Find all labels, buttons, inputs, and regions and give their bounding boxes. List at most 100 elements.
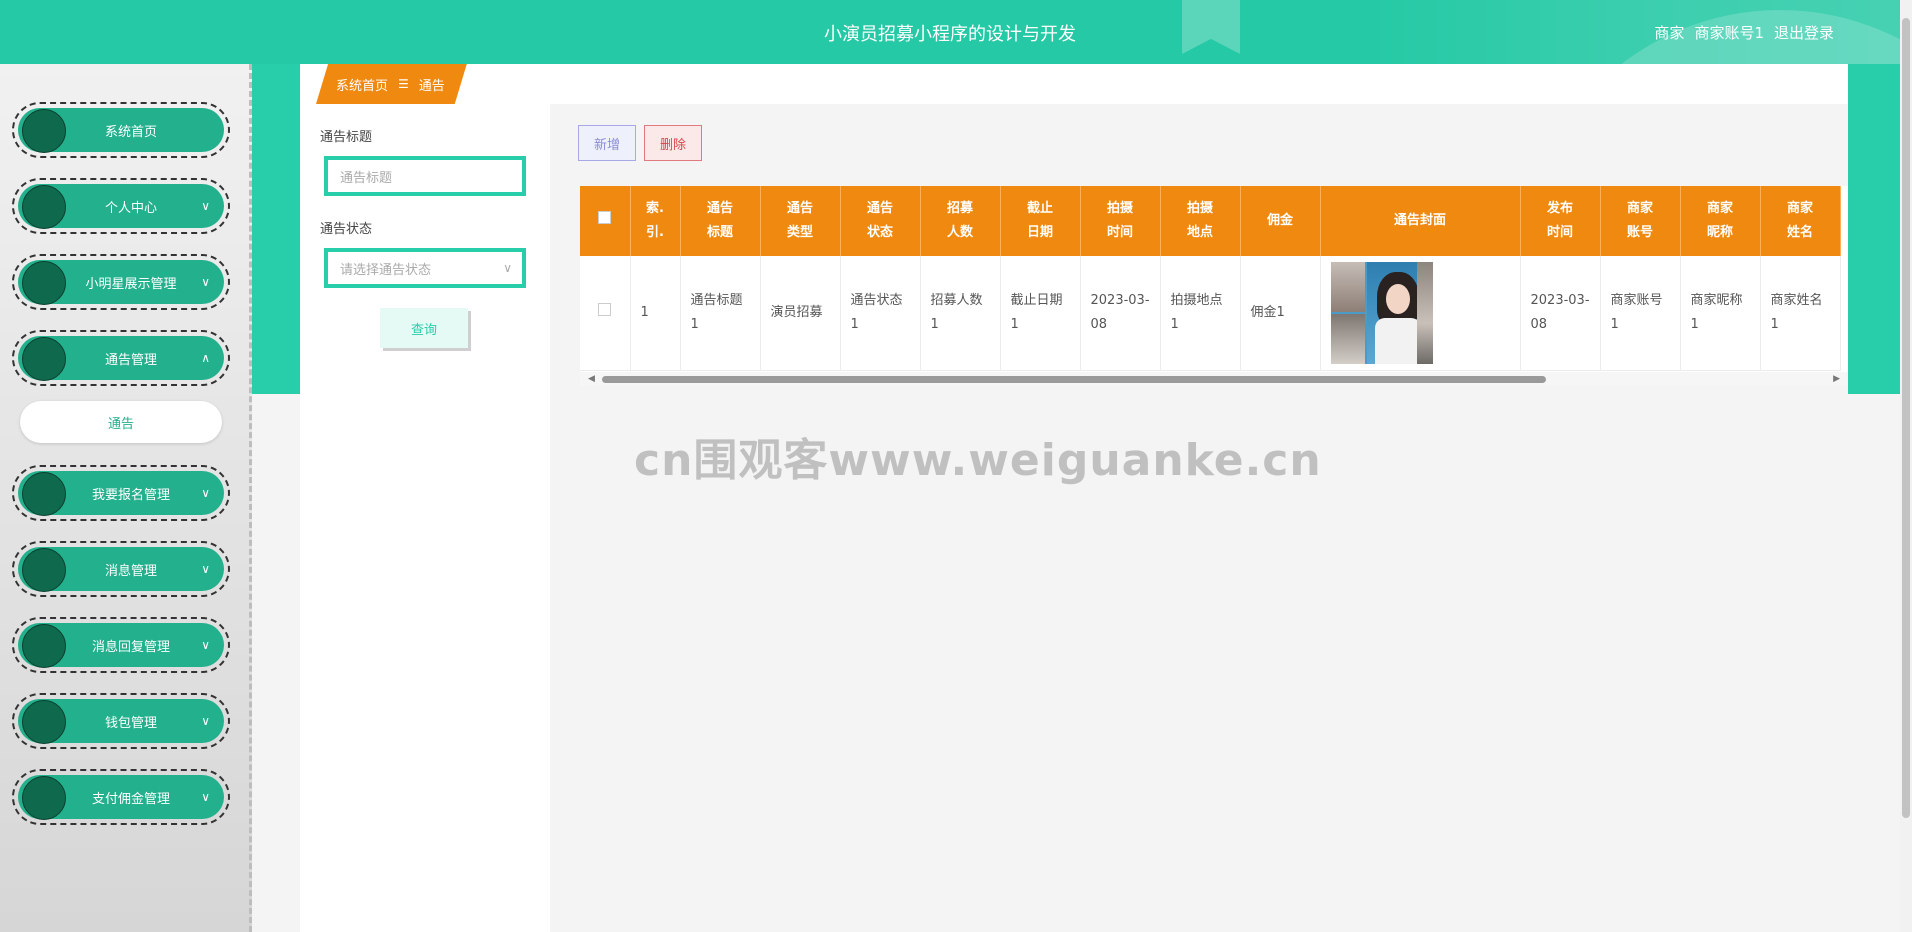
table-row[interactable]: 1 通告标题1 演员招募 通告状态1 招募人数1 截止日期1 2023-03-0… <box>580 256 1841 371</box>
cell-name: 商家姓名1 <box>1760 256 1841 371</box>
scroll-right-icon[interactable]: ▶ <box>1833 374 1840 384</box>
col-header-line: 截止 <box>1026 201 1053 216</box>
sidebar-item-wallet-management[interactable]: 钱包管理 ∨ <box>12 693 230 749</box>
notice-status-placeholder: 请选择通告状态 <box>340 262 432 278</box>
sidebar-item-label: 钱包管理 <box>104 715 157 731</box>
col-header-line: 通告 <box>866 201 893 216</box>
sidebar-pill[interactable]: 消息管理 ∨ <box>18 547 224 592</box>
breadcrumb-separator-icon: ☰ <box>398 77 409 91</box>
app-title: 小演员招募小程序的设计与开发 <box>824 24 1076 45</box>
sidebar-pill[interactable]: 个人中心 ∨ <box>18 184 224 229</box>
sidebar-item-signup-management[interactable]: 我要报名管理 ∨ <box>12 465 230 521</box>
cell-deadline: 截止日期1 <box>1000 256 1081 371</box>
col-header-line: 商家 <box>1786 201 1813 216</box>
sidebar-pill[interactable]: 系统首页 <box>18 108 224 153</box>
breadcrumb-current: 通告 <box>418 78 445 94</box>
col-header-line: 发布 <box>1546 201 1573 216</box>
user-role: 商家 <box>1654 24 1685 42</box>
row-checkbox[interactable] <box>598 302 612 316</box>
chevron-down-icon: ∨ <box>201 638 210 652</box>
col-header-line: 类型 <box>786 225 813 240</box>
col-header-line: 姓名 <box>1786 225 1813 240</box>
data-table: 索. 引. 通告 标题 通告 类型 通告 状态 招募 人数 截止 日期 拍摄 时间 拍摄 地点 … <box>580 186 1848 386</box>
delete-button[interactable]: 删除 <box>644 125 702 161</box>
cell-account: 商家账号1 <box>1600 256 1681 371</box>
col-header-commission: 佣金 <box>1240 186 1321 256</box>
col-header-shoot-time: 拍摄 时间 <box>1080 186 1161 256</box>
col-header-line: 时间 <box>1106 225 1133 240</box>
col-header-line: 时间 <box>1546 225 1573 240</box>
sidebar-item-label: 通告管理 <box>104 352 157 368</box>
menu-dot-icon <box>22 109 66 153</box>
scroll-left-icon[interactable]: ◀ <box>588 374 595 384</box>
sidebar-item-home[interactable]: 系统首页 <box>12 102 230 158</box>
cell-index: 1 <box>630 256 681 371</box>
notice-status-select[interactable]: 请选择通告状态 ∨ <box>324 248 526 288</box>
breadcrumb: 系统首页 ☰ 通告 <box>316 64 467 104</box>
sidebar-item-label: 小明星展示管理 <box>85 276 177 292</box>
vertical-scrollbar[interactable] <box>1900 0 1912 932</box>
cell-title: 通告标题1 <box>680 256 761 371</box>
scrollbar-thumb[interactable] <box>602 376 1546 383</box>
menu-dot-icon <box>22 185 66 229</box>
sidebar-pill[interactable]: 消息回复管理 ∨ <box>18 623 224 668</box>
col-header-account: 商家 账号 <box>1600 186 1681 256</box>
sidebar-pill[interactable]: 钱包管理 ∨ <box>18 699 224 744</box>
col-header-line: 状态 <box>866 225 893 240</box>
col-header-line: 招募 <box>946 201 973 216</box>
horizontal-scrollbar[interactable]: ◀ ▶ <box>580 372 1848 386</box>
cell-cover <box>1320 256 1521 371</box>
sidebar-pill[interactable]: 支付佣金管理 ∨ <box>18 775 224 820</box>
cell-publish-time: 2023-03-08 <box>1520 256 1601 371</box>
query-button[interactable]: 查询 <box>380 308 468 348</box>
row-select-cell <box>580 256 631 371</box>
scrollbar-thumb[interactable] <box>1902 18 1910 818</box>
col-header-name: 商家 姓名 <box>1760 186 1841 256</box>
sidebar-pill[interactable]: 通告管理 ∧ <box>18 336 224 381</box>
sidebar-item-label: 我要报名管理 <box>91 487 170 503</box>
col-header-line: 商家 <box>1706 201 1733 216</box>
menu-dot-icon <box>22 548 66 592</box>
sidebar-pill[interactable]: 我要报名管理 ∨ <box>18 471 224 516</box>
cell-commission: 佣金1 <box>1240 256 1321 371</box>
breadcrumb-home[interactable]: 系统首页 <box>336 75 388 94</box>
filter-panel: 通告标题 通告标题 通告状态 请选择通告状态 ∨ 查询 <box>300 104 550 932</box>
logout-link[interactable]: 退出登录 <box>1774 22 1834 43</box>
col-header-line: 账号 <box>1626 225 1653 240</box>
sidebar-item-star-display[interactable]: 小明星展示管理 ∨ <box>12 254 230 310</box>
col-header-nickname: 商家 昵称 <box>1680 186 1761 256</box>
col-header-line: 日期 <box>1026 225 1053 240</box>
notice-title-input[interactable]: 通告标题 <box>324 156 526 196</box>
sidebar-item-personal-center[interactable]: 个人中心 ∨ <box>12 178 230 234</box>
chevron-down-icon: ∨ <box>201 790 210 804</box>
col-header-location: 拍摄 地点 <box>1160 186 1241 256</box>
chevron-down-icon: ∨ <box>503 261 512 275</box>
col-header-line: 昵称 <box>1706 225 1733 240</box>
chevron-down-icon: ∨ <box>201 714 210 728</box>
cell-status: 通告状态1 <box>840 256 921 371</box>
chevron-down-icon: ∨ <box>201 486 210 500</box>
chevron-up-icon: ∧ <box>201 351 210 365</box>
sidebar-item-message-management[interactable]: 消息管理 ∨ <box>12 541 230 597</box>
table-header-row: 索. 引. 通告 标题 通告 类型 通告 状态 招募 人数 截止 日期 拍摄 时间 拍摄 地点 … <box>580 186 1841 256</box>
col-header-line: 拍摄 <box>1106 201 1133 216</box>
col-header-publish-time: 发布 时间 <box>1520 186 1601 256</box>
menu-dot-icon <box>22 700 66 744</box>
sidebar-pill[interactable]: 小明星展示管理 ∨ <box>18 260 224 305</box>
notice-cover-image[interactable] <box>1330 261 1433 364</box>
sidebar-item-notice-management[interactable]: 通告管理 ∧ <box>12 330 230 386</box>
cell-type: 演员招募 <box>760 256 841 371</box>
col-header-line: 通告 <box>706 201 733 216</box>
select-all-checkbox[interactable] <box>598 211 612 224</box>
sidebar-subitem-notice[interactable]: 通告 <box>20 401 222 443</box>
chevron-down-icon: ∨ <box>201 275 210 289</box>
col-header-line: 拍摄 <box>1186 201 1213 216</box>
sidebar-item-reply-management[interactable]: 消息回复管理 ∨ <box>12 617 230 673</box>
user-account: 商家账号1 <box>1694 24 1764 42</box>
col-header-line: 标题 <box>706 225 733 240</box>
sidebar-item-commission-management[interactable]: 支付佣金管理 ∨ <box>12 769 230 825</box>
add-button[interactable]: 新增 <box>578 125 636 161</box>
col-header-title: 通告 标题 <box>680 186 761 256</box>
col-header-deadline: 截止 日期 <box>1000 186 1081 256</box>
notice-title-label: 通告标题 <box>320 130 373 145</box>
